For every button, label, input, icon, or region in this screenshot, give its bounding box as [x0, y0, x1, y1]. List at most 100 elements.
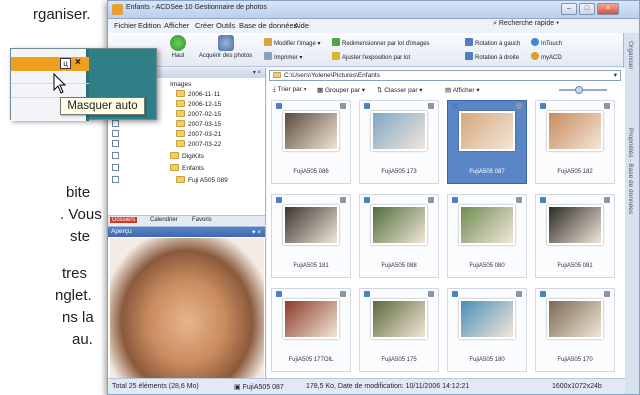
tree-item-digikits[interactable]: DigiKits — [170, 152, 204, 160]
tab-properties[interactable]: Propriétés - Base de données — [627, 128, 634, 214]
folder-checkbox[interactable] — [112, 140, 119, 147]
thumbnail-item[interactable]: FujiA505 173 — [359, 100, 439, 184]
menu-aide[interactable]: Aide — [294, 21, 309, 30]
folder-icon — [176, 90, 185, 97]
image-icon: ▣ — [234, 384, 241, 391]
thumbnail-image — [459, 205, 515, 245]
rotate-left-button[interactable]: Rotation à gauch — [465, 38, 520, 47]
doc-line: . Vous — [60, 206, 102, 223]
thumbnail-item[interactable]: FujiA505 087 — [447, 100, 527, 184]
thumbnail-item[interactable]: FujiA505 086 — [271, 100, 351, 184]
maximize-button[interactable]: □ — [579, 3, 595, 15]
intouch-button[interactable]: InTouch — [531, 38, 562, 47]
thumbnail-item[interactable]: FujiA505 175 — [359, 288, 439, 372]
tab-dossiers[interactable]: Dossiers — [110, 217, 138, 223]
tree-item-images[interactable]: Images — [170, 81, 191, 88]
thumbnail-item[interactable]: FujiA505 177OIL — [271, 288, 351, 372]
pin-icon[interactable]: ц — [60, 58, 71, 69]
myacd-icon — [531, 52, 539, 60]
folder-checkbox[interactable] — [112, 120, 119, 127]
thumbnail-item[interactable]: FujiA505 182 — [535, 100, 615, 184]
resize-icon — [332, 38, 340, 46]
printer-icon — [264, 52, 272, 60]
image-type-icon — [452, 103, 458, 109]
folder-icon — [170, 152, 179, 159]
tree-item-2007-02-15[interactable]: 2007-02-15 — [176, 110, 221, 118]
thumbnail-caption: FujiA505 173 — [381, 169, 417, 175]
folders-tabs: Dossiers Calendrier Favoris — [108, 215, 265, 225]
tree-item-2006-11-11[interactable]: 2006-11-11 — [176, 90, 220, 98]
preview-image — [110, 238, 264, 378]
tree-item-2007-03-15[interactable]: 2007-03-15 — [176, 120, 221, 128]
file-info-icon — [340, 291, 346, 297]
view-button[interactable]: ▤ Afficher ▾ — [445, 86, 480, 94]
thumbnail-item[interactable]: FujiA505 170 — [535, 288, 615, 372]
app-icon — [112, 4, 123, 15]
rotate-left-label: Rotation à gauch — [475, 41, 521, 47]
modify-image-button[interactable]: Modifier l'image ▾ — [264, 38, 321, 47]
folder-checkbox[interactable] — [112, 152, 119, 159]
thumbnail-item[interactable]: FujiA505 180 — [447, 288, 527, 372]
search-icon: ⌕ — [493, 20, 497, 27]
tab-organiser[interactable]: Organiser — [627, 41, 634, 70]
tree-item-fuji[interactable]: Fuji A505 089 — [176, 176, 228, 184]
thumbnail-image — [283, 299, 339, 339]
file-info-icon — [604, 291, 610, 297]
thumbnail-caption: FujiA505 081 — [557, 263, 593, 269]
thumbnail-item[interactable]: FujiA505 080 — [447, 194, 527, 278]
tree-item-2007-03-22[interactable]: 2007-03-22 — [176, 140, 221, 148]
menu-afficher[interactable]: Afficher — [164, 21, 189, 30]
up-button[interactable]: Haut — [163, 35, 193, 59]
file-info-icon — [428, 291, 434, 297]
folder-checkbox[interactable] — [112, 164, 119, 171]
image-type-icon — [364, 103, 370, 109]
path-bar[interactable]: C:\Users\Yolene\Pictures\Enfants ▾ — [269, 70, 621, 81]
batch-resize-button[interactable]: Redimensionner par lot d'images — [332, 38, 430, 47]
path-dropdown-icon[interactable]: ▾ — [614, 71, 617, 80]
thumbnail-item[interactable]: FujiA505 081 — [535, 194, 615, 278]
pane-pin-icon[interactable]: ▾ × — [253, 69, 261, 76]
group-button[interactable]: ▦ Grouper par ▾ — [317, 86, 365, 94]
status-file: ▣ FujiA505 087 — [234, 384, 284, 391]
acquire-button[interactable]: Acquérir des photos — [198, 35, 253, 59]
menu-creer[interactable]: Créer — [195, 21, 214, 30]
thumbnail-caption: FujiA505 086 — [293, 169, 329, 175]
preview-close-icon[interactable]: ▾ × — [252, 228, 261, 236]
thumbnail-image — [547, 299, 603, 339]
thumbnail-item[interactable]: FujiA505 181 — [271, 194, 351, 278]
tree-item-2006-12-15[interactable]: 2006-12-15 — [176, 100, 221, 108]
quick-search[interactable]: ⌕ Recherche rapide ▾ — [493, 20, 559, 28]
sort-button[interactable]: ⤓ Trier par ▾ — [273, 86, 306, 94]
thumbnail-image — [283, 111, 339, 151]
batch-exposure-label: Ajuster l'exposition par lot — [342, 55, 411, 61]
classify-button[interactable]: ⇅ Classer par ▾ — [377, 86, 423, 94]
browse-bar: ⤓ Trier par ▾ ▦ Grouper par ▾ ⇅ Classer … — [269, 84, 621, 96]
close-button[interactable]: × — [597, 3, 619, 15]
batch-exposure-button[interactable]: Ajuster l'exposition par lot — [332, 52, 410, 61]
tab-calendrier[interactable]: Calendrier — [148, 217, 180, 223]
close-icon[interactable]: × — [75, 57, 81, 68]
doc-line: tres — [62, 265, 88, 282]
menu-fichier[interactable]: Fichier — [114, 21, 137, 30]
image-type-icon — [364, 197, 370, 203]
menu-base-de-donnees[interactable]: Base de données — [239, 21, 297, 30]
tab-favoris[interactable]: Favoris — [190, 217, 214, 223]
tree-item-enfants[interactable]: Enfants — [170, 164, 204, 172]
intouch-label: InTouch — [541, 41, 563, 47]
menu-edition[interactable]: Edition — [138, 21, 161, 30]
myacd-button[interactable]: myACD — [531, 52, 562, 61]
thumbnail-image — [459, 299, 515, 339]
thumbnail-size-slider[interactable] — [559, 86, 607, 94]
folder-checkbox[interactable] — [112, 176, 119, 183]
menu-outils[interactable]: Outils — [216, 21, 235, 30]
tree-item-2007-03-21[interactable]: 2007-03-21 — [176, 130, 221, 138]
tooltip: Masquer auto — [60, 97, 145, 115]
print-button[interactable]: Imprimer ▾ — [264, 52, 302, 61]
thumbnail-item[interactable]: FujiA505 088 — [359, 194, 439, 278]
status-details: 178,5 Ko, Date de modification: 10/11/20… — [306, 383, 470, 390]
folder-checkbox[interactable] — [112, 130, 119, 137]
folder-icon — [176, 120, 185, 127]
slider-knob[interactable] — [575, 86, 583, 94]
rotate-right-button[interactable]: Rotation à droite — [465, 52, 519, 61]
minimize-button[interactable]: – — [561, 3, 577, 15]
